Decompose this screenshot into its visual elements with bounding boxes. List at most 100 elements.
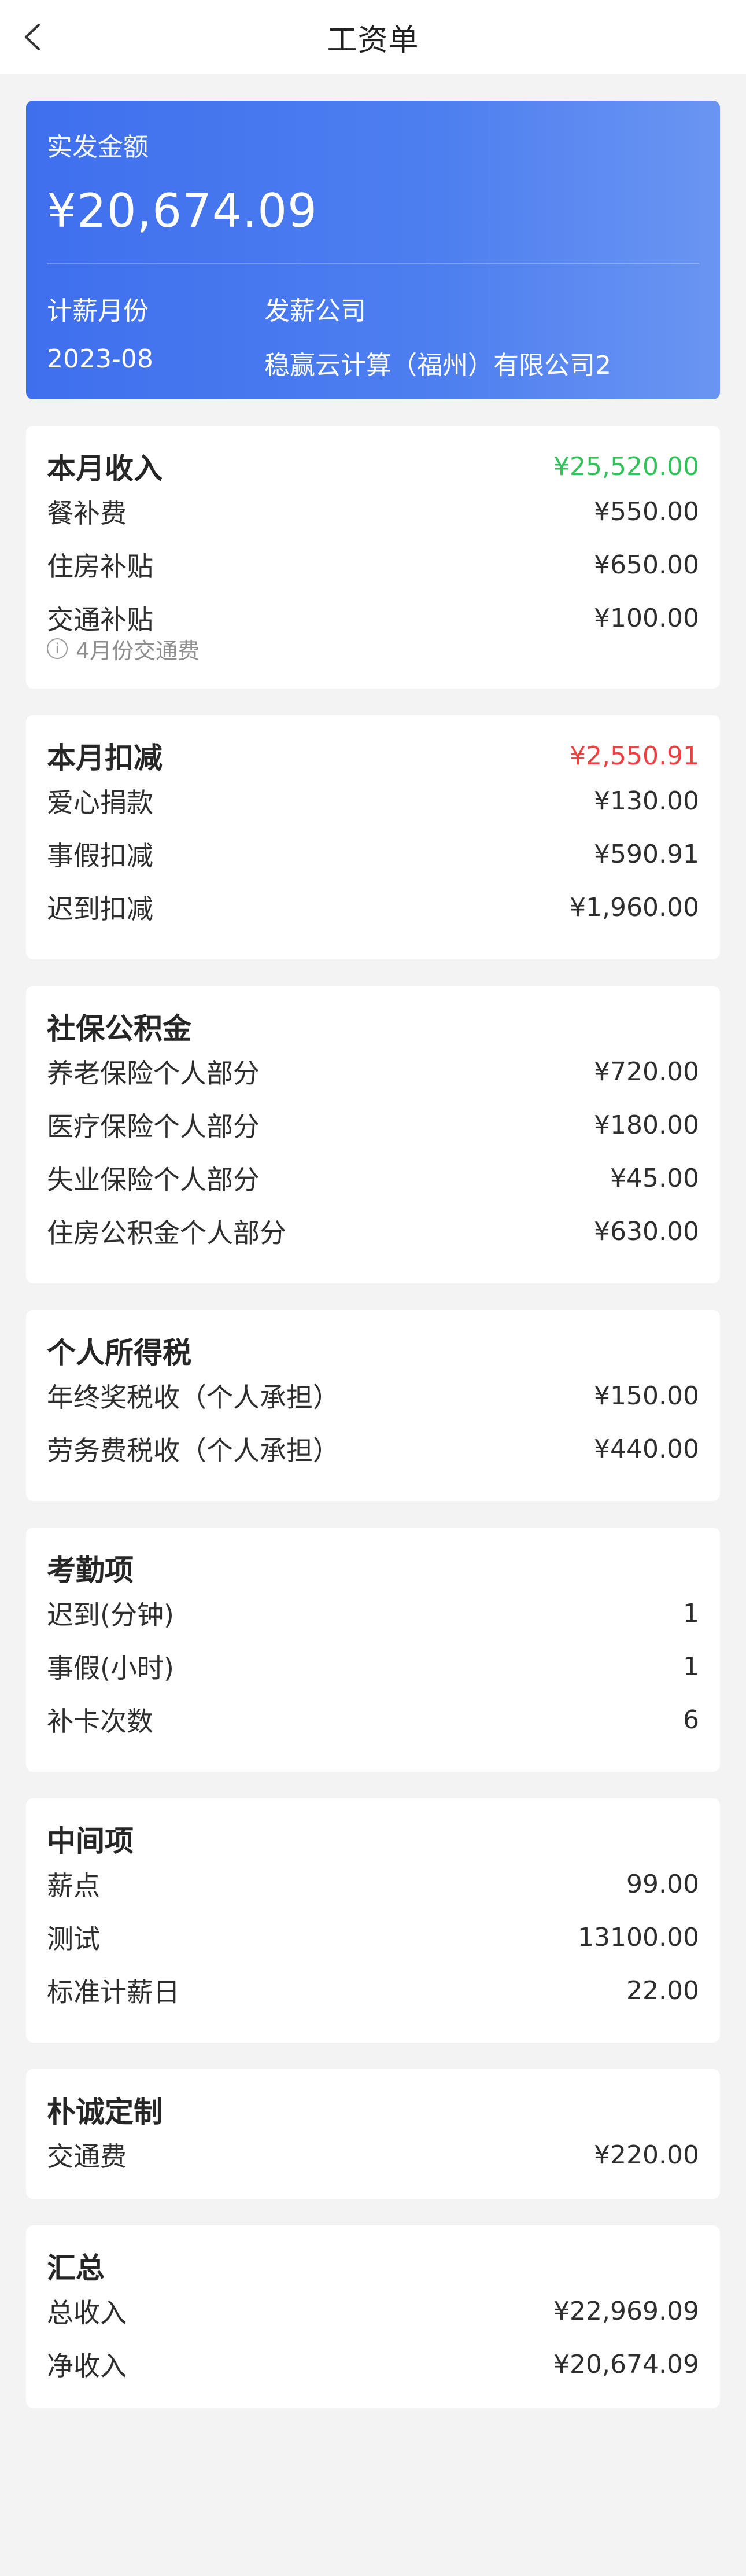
section-header: 本月收入 ¥25,520.00	[47, 448, 699, 486]
line-item-row: 住房补贴 ¥650.00	[47, 538, 699, 591]
section-card: 汇总总收入 ¥22,969.09 净收入 ¥20,674.09	[26, 2225, 720, 2408]
line-item-row: 住房公积金个人部分 ¥630.00	[47, 1205, 699, 1258]
line-item-value: 99.00	[626, 1869, 699, 1899]
line-item-value: 22.00	[626, 1975, 699, 2005]
payslip-sections: 本月收入 ¥25,520.00 餐补费 ¥550.00 住房补贴 ¥650.00 交通补贴 ¥…	[26, 426, 720, 2408]
line-item-label: 年终奖税收（个人承担）	[47, 1382, 339, 1413]
section-header: 中间项	[47, 1820, 699, 1858]
section-card: 考勤项迟到(分钟) 1 事假(小时) 1 补卡次数 6	[26, 1528, 720, 1772]
line-item-value: 13100.00	[578, 1922, 699, 1952]
line-item-label: 测试	[47, 1923, 100, 1955]
line-item-label: 住房公积金个人部分	[47, 1217, 286, 1249]
section-header: 社保公积金	[47, 1008, 699, 1046]
section-title: 本月扣减	[47, 741, 163, 775]
line-item-row: 年终奖税收（个人承担） ¥150.00	[47, 1369, 699, 1422]
line-item-row: 迟到(分钟) 1	[47, 1587, 699, 1640]
back-button[interactable]	[16, 21, 49, 53]
line-item-value: ¥720.00	[594, 1057, 699, 1087]
line-item-row: 补卡次数 6	[47, 1693, 699, 1746]
line-item-value: ¥100.00	[594, 603, 699, 633]
net-pay-label: 实发金额	[47, 133, 149, 162]
payslip-content: 实发金额 ¥20,674.09 计薪月份 2023-08 发薪公司 稳赢云计算（…	[0, 74, 746, 2408]
line-item-value: ¥20,674.09	[553, 2349, 699, 2379]
line-item-row: 标准计薪日 22.00	[47, 1964, 699, 2017]
line-item-value: ¥590.91	[594, 839, 699, 869]
line-item-note: i 4月份交通费	[47, 634, 699, 664]
line-item-row: 餐补费 ¥550.00	[47, 485, 699, 538]
line-item-value: 1	[683, 1651, 699, 1681]
section-title: 朴诚定制	[47, 2095, 163, 2129]
line-item-row: 净收入 ¥20,674.09	[47, 2338, 699, 2391]
section-card: 朴诚定制交通费 ¥220.00	[26, 2069, 720, 2199]
company-label: 发薪公司	[264, 296, 366, 326]
section-card: 社保公积金养老保险个人部分 ¥720.00 医疗保险个人部分 ¥180.00 失业保险个…	[26, 986, 720, 1283]
pay-month-label: 计薪月份	[47, 296, 149, 326]
line-item-value: ¥130.00	[594, 786, 699, 816]
line-item-value: ¥1,960.00	[570, 892, 699, 922]
line-item-value: ¥220.00	[594, 2140, 699, 2170]
pay-month-group: 计薪月份 2023-08	[47, 290, 264, 381]
line-item-value: ¥22,969.09	[553, 2296, 699, 2326]
section-title: 个人所得税	[47, 1336, 191, 1370]
summary-divider	[47, 263, 699, 264]
line-item-row: 医疗保险个人部分 ¥180.00	[47, 1098, 699, 1151]
company-value: 稳赢云计算（福州）有限公司2	[264, 351, 611, 380]
section-header: 朴诚定制	[47, 2091, 699, 2129]
section-total: ¥25,520.00	[553, 451, 699, 481]
line-item-label: 薪点	[47, 1870, 100, 1901]
section-card: 本月扣减 ¥2,550.91 爱心捐款 ¥130.00 事假扣减 ¥590.91 迟到扣减 ¥…	[26, 715, 720, 959]
section-header: 个人所得税	[47, 1332, 699, 1370]
line-item-label: 补卡次数	[47, 1706, 153, 1737]
section-title: 本月收入	[47, 452, 163, 485]
section-card: 中间项薪点 99.00 测试 13100.00 标准计薪日 22.00	[26, 1798, 720, 2043]
line-item-label: 净收入	[47, 2350, 127, 2382]
line-item-row: 失业保险个人部分 ¥45.00	[47, 1151, 699, 1205]
section-card: 本月收入 ¥25,520.00 餐补费 ¥550.00 住房补贴 ¥650.00 交通补贴 ¥…	[26, 426, 720, 689]
line-item-row: 迟到扣减 ¥1,960.00	[47, 881, 699, 934]
line-item-value: ¥440.00	[594, 1434, 699, 1464]
line-item-row: 薪点 99.00	[47, 1857, 699, 1911]
line-item-row: 事假扣减 ¥590.91	[47, 827, 699, 881]
line-item-label: 交通补贴	[47, 604, 153, 635]
section-header: 本月扣减 ¥2,550.91	[47, 737, 699, 775]
pay-month-value: 2023-08	[47, 344, 153, 374]
line-item-label: 迟到(分钟)	[47, 1599, 174, 1631]
line-item-note-text: 4月份交通费	[76, 638, 200, 664]
section-title: 汇总	[47, 2251, 105, 2285]
nav-bar: 工资单	[0, 0, 746, 74]
net-pay-amount: ¥20,674.09	[47, 184, 318, 238]
line-item-value: 1	[683, 1598, 699, 1628]
line-item-label: 养老保险个人部分	[47, 1058, 260, 1089]
section-total: ¥2,550.91	[570, 741, 699, 771]
section-title: 社保公积金	[47, 1012, 191, 1046]
line-item-label: 事假扣减	[47, 840, 153, 871]
line-item-row: 爱心捐款 ¥130.00	[47, 774, 699, 827]
section-title: 中间项	[47, 1824, 134, 1858]
line-item-label: 迟到扣减	[47, 893, 153, 925]
line-item-value: ¥45.00	[610, 1163, 699, 1193]
section-title: 考勤项	[47, 1554, 134, 1587]
line-item-label: 失业保险个人部分	[47, 1164, 260, 1195]
line-item-label: 总收入	[47, 2297, 127, 2328]
line-item-label: 餐补费	[47, 498, 127, 529]
net-pay-summary-card: 实发金额 ¥20,674.09 计薪月份 2023-08 发薪公司 稳赢云计算（…	[26, 101, 720, 399]
line-item-value: ¥650.00	[594, 550, 699, 580]
line-item-row: 交通费 ¥220.00	[47, 2128, 699, 2181]
line-item-value: 6	[683, 1705, 699, 1735]
section-header: 考勤项	[47, 1550, 699, 1587]
line-item-label: 劳务费税收（个人承担）	[47, 1435, 339, 1466]
chevron-left-icon	[25, 24, 40, 50]
line-item-row: 劳务费税收（个人承担） ¥440.00	[47, 1422, 699, 1475]
section-header: 汇总	[47, 2247, 699, 2285]
info-icon: i	[47, 638, 68, 659]
line-item-label: 事假(小时)	[47, 1653, 174, 1684]
line-item-value: ¥550.00	[594, 496, 699, 527]
line-item-row: 养老保险个人部分 ¥720.00	[47, 1045, 699, 1098]
line-item-label: 爱心捐款	[47, 787, 153, 818]
line-item-value: ¥180.00	[594, 1110, 699, 1140]
line-item-label: 医疗保险个人部分	[47, 1111, 260, 1142]
line-item-value: ¥150.00	[594, 1381, 699, 1411]
line-item-row: 总收入 ¥22,969.09	[47, 2284, 699, 2338]
line-item-label: 交通费	[47, 2141, 127, 2172]
line-item-value: ¥630.00	[594, 1216, 699, 1246]
